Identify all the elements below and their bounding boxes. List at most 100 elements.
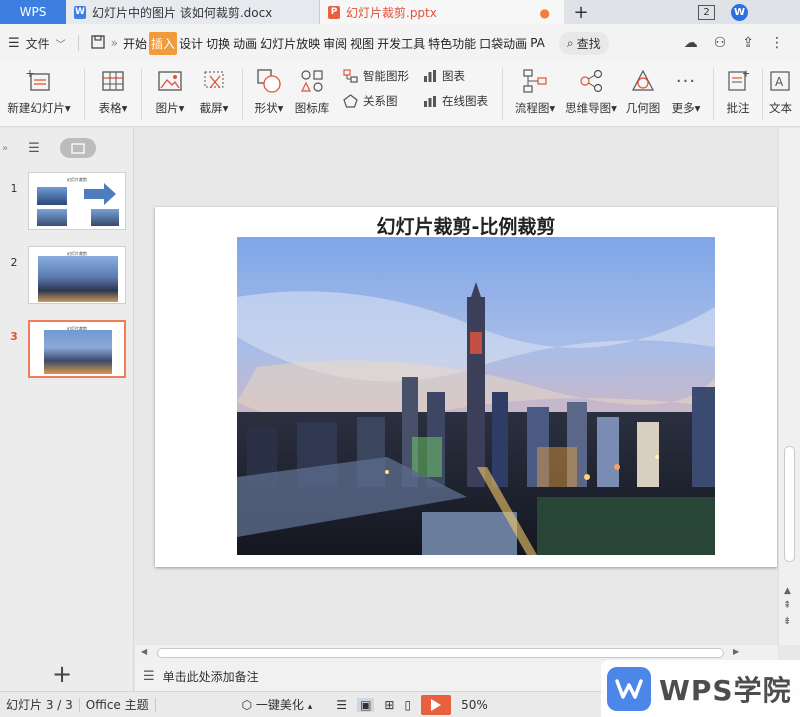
hamburger-menu-icon[interactable]: ☰ — [8, 36, 20, 51]
new-tab-button[interactable]: + — [564, 0, 598, 24]
icon-library-button[interactable]: 图标库 — [289, 62, 335, 116]
online-chart-button[interactable]: 在线图表 — [423, 93, 488, 109]
tab-developer[interactable]: 开发工具 — [376, 32, 426, 55]
tab-insert[interactable]: 插入 — [149, 31, 178, 55]
slide-thumb-row[interactable]: 2 幻灯片裁剪 — [0, 246, 126, 304]
text-button[interactable]: A 文本 — [769, 62, 795, 116]
tab-animation[interactable]: 动画 — [232, 32, 258, 55]
tab-design[interactable]: 设计 — [178, 32, 204, 55]
window-count-badge[interactable]: 2 — [698, 4, 715, 20]
save-icon[interactable] — [91, 34, 105, 52]
thumb-photo — [44, 330, 112, 374]
wps-home-tab[interactable]: WPS — [0, 0, 66, 24]
shape-label: 形状▾ — [254, 101, 284, 115]
slide-thumbnail-3[interactable]: 幻灯片裁剪 — [28, 320, 126, 378]
scroll-up-icon[interactable]: ▲ — [784, 586, 791, 596]
next-slide-icon[interactable]: ⇟ — [783, 616, 791, 627]
chart-label: 图表 — [442, 69, 465, 83]
icon-library-icon — [300, 68, 324, 94]
file-menu[interactable]: 文件 — [26, 35, 50, 52]
icon-library-label: 图标库 — [294, 101, 330, 115]
align-icon[interactable]: ☰ — [336, 698, 347, 712]
horizontal-scrollbar[interactable]: ◀ ▶ — [135, 645, 778, 661]
geometry-button[interactable]: 几何图 — [621, 62, 665, 116]
comment-button[interactable]: 批注 — [720, 62, 756, 116]
notes-placeholder[interactable]: 单击此处添加备注 — [163, 668, 259, 685]
city-skyline-illustration — [237, 237, 715, 555]
screenshot-button[interactable]: 截屏▾ — [192, 62, 236, 116]
more-button[interactable]: ··· 更多▾ — [665, 62, 707, 116]
tab-transition[interactable]: 切换 — [205, 32, 231, 55]
vertical-scrollbar[interactable]: ▲ ⇞ ⇟ — [778, 128, 800, 645]
share-icon[interactable]: ⇪ — [742, 35, 754, 51]
watermark-text: WPS学院 — [659, 673, 792, 707]
shape-button[interactable]: 形状▾ — [249, 62, 289, 116]
comment-icon — [727, 68, 749, 94]
more-chevron-icon[interactable]: » — [111, 36, 118, 50]
picture-button[interactable]: 图片▾ — [148, 62, 192, 116]
flowchart-button[interactable]: 流程图▾ — [509, 62, 561, 116]
divider — [154, 697, 156, 712]
add-slide-button[interactable]: + — [52, 660, 72, 688]
tab-docx-document[interactable]: W 幻灯片中的图片 该如何裁剪.docx — [66, 0, 320, 24]
search-box[interactable]: ⌕ 查找 — [558, 31, 609, 55]
city-skyline-photo[interactable] — [237, 237, 715, 555]
wps-account-icon[interactable]: W — [731, 3, 748, 21]
more-options-icon[interactable]: ⋮ — [770, 35, 784, 51]
relation-chart-button[interactable]: 关系图 — [343, 93, 409, 109]
tab-pptx-title: 幻灯片裁剪.pptx — [346, 5, 437, 20]
slide-sorter-icon[interactable]: ⊞ — [384, 698, 394, 712]
tab-features[interactable]: 特色功能 — [427, 32, 477, 55]
slide-thumb-row[interactable]: 3 幻灯片裁剪 — [0, 320, 126, 378]
chart-button[interactable]: 图表 — [423, 68, 488, 84]
normal-view-icon[interactable]: ▣ — [357, 697, 375, 712]
picture-icon — [158, 68, 182, 94]
geometry-label: 几何图 — [625, 101, 661, 115]
mindmap-label: 思维导图▾ — [565, 101, 617, 115]
current-slide[interactable]: 幻灯片裁剪-比例裁剪 — [155, 207, 777, 567]
vertical-scroll-thumb[interactable] — [784, 446, 795, 562]
scroll-left-icon[interactable]: ◀ — [141, 647, 147, 656]
play-icon — [431, 698, 442, 711]
beautify-button[interactable]: ⬡ 一键美化 ▴ — [236, 696, 319, 713]
flowchart-label: 流程图▾ — [514, 101, 556, 115]
slide-thumbnail-1[interactable]: 幻灯片裁剪 — [28, 172, 126, 230]
wps-academy-watermark: WPS学院 — [601, 660, 800, 717]
tab-pocket-animation[interactable]: 口袋动画 — [478, 32, 528, 55]
prev-slide-icon[interactable]: ⇞ — [783, 600, 791, 611]
tab-view[interactable]: 视图 — [349, 32, 375, 55]
horizontal-scroll-thumb[interactable] — [157, 648, 724, 658]
slide-thumb-row[interactable]: 1 幻灯片裁剪 — [0, 172, 126, 230]
reading-view-icon[interactable]: ▯ — [404, 698, 411, 712]
mindmap-button[interactable]: 思维导图▾ — [561, 62, 621, 116]
smart-graphic-label: 智能图形 — [363, 69, 409, 83]
cloud-sync-icon[interactable]: ☁ — [684, 35, 698, 51]
new-slide-button[interactable]: 新建幻灯片▾ — [0, 62, 78, 116]
divider — [762, 68, 763, 120]
user-share-icon[interactable]: ⚇ — [714, 35, 727, 51]
chevron-down-icon[interactable]: ﹀ — [56, 36, 66, 51]
thumb-photo — [38, 256, 118, 302]
divider — [141, 68, 142, 120]
screenshot-label: 截屏▾ — [199, 101, 229, 115]
tab-pa[interactable]: PA — [529, 33, 546, 53]
slide-editing-canvas[interactable]: 幻灯片裁剪-比例裁剪 — [135, 128, 778, 645]
play-slideshow-button[interactable] — [421, 694, 452, 715]
table-button[interactable]: 表格▾ — [91, 62, 135, 116]
tab-review[interactable]: 审阅 — [322, 32, 348, 55]
thumbnail-view-toggle[interactable] — [59, 138, 96, 158]
smart-graphic-button[interactable]: 智能图形 — [343, 68, 409, 84]
scroll-right-icon[interactable]: ▶ — [733, 647, 739, 656]
tab-slideshow[interactable]: 幻灯片放映 — [259, 32, 321, 55]
outline-view-icon[interactable]: ☰ — [28, 141, 40, 156]
search-icon: ⌕ — [566, 35, 574, 50]
tab-home[interactable]: 开始 — [122, 32, 148, 55]
slide-thumbnail-2[interactable]: 幻灯片裁剪 — [28, 246, 126, 304]
slide-number: 1 — [10, 182, 18, 195]
expand-pane-icon[interactable]: » — [2, 143, 8, 154]
slide-title[interactable]: 幻灯片裁剪-比例裁剪 — [155, 212, 777, 239]
zoom-level[interactable]: 50% — [461, 698, 488, 712]
tab-pptx-document[interactable]: P 幻灯片裁剪.pptx ● — [320, 0, 564, 24]
theme-name[interactable]: Office 主题 — [80, 696, 155, 713]
divider — [502, 68, 503, 120]
